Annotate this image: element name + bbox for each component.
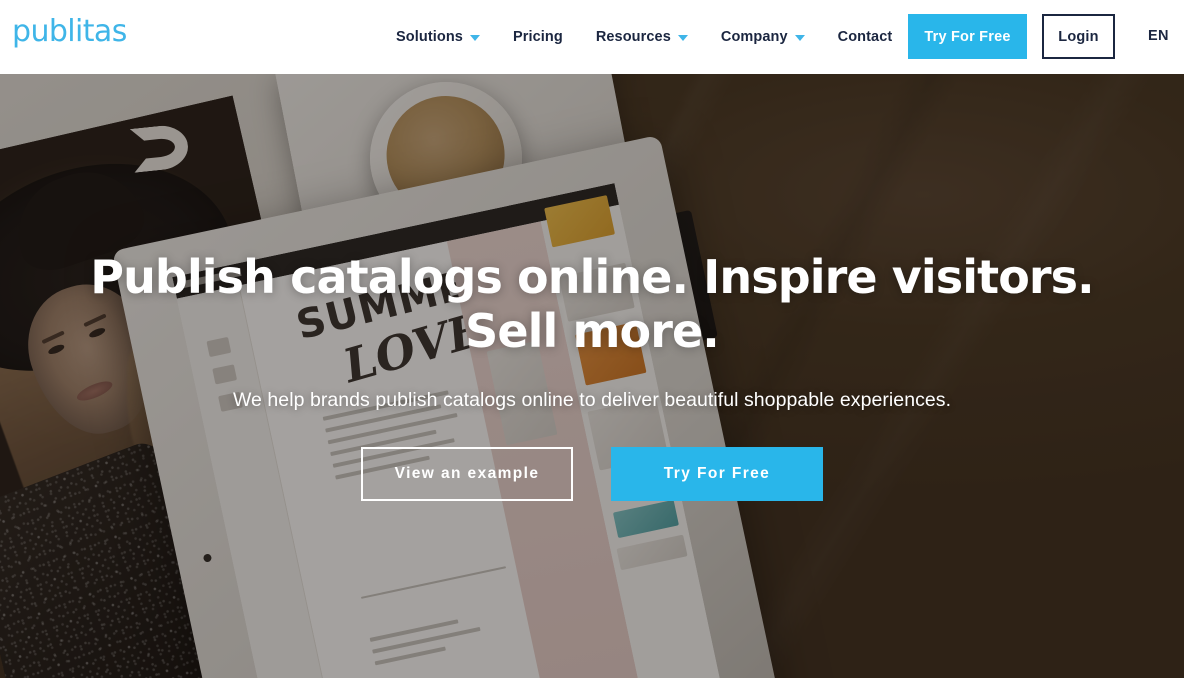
nav-item-solutions[interactable]: Solutions	[396, 29, 480, 45]
login-button[interactable]: Login	[1042, 14, 1115, 59]
hero-headline-line1: Publish catalogs online. Inspire visitor…	[90, 250, 1094, 304]
language-selector[interactable]: EN	[1148, 28, 1169, 44]
nav-item-solutions-label: Solutions	[396, 29, 463, 45]
header-try-for-free-button[interactable]: Try For Free	[908, 14, 1027, 59]
nav-item-pricing-label: Pricing	[512, 29, 563, 45]
hero-try-for-free-button[interactable]: Try For Free	[611, 447, 823, 501]
nav-item-company[interactable]: Company	[721, 29, 805, 45]
nav-item-contact-label: Contact	[837, 29, 893, 45]
publitas-homepage: publitas Solutions Pricing Resources Com…	[0, 0, 1184, 678]
hero-section: SUMMER LOVE Publish catalogs online. Ins…	[0, 74, 1184, 678]
hero-cta-group: View an example Try For Free	[361, 447, 823, 501]
chevron-down-icon	[469, 35, 480, 41]
nav-item-pricing[interactable]: Pricing	[513, 29, 563, 45]
hero-content: Publish catalogs online. Inspire visitor…	[0, 74, 1184, 678]
publitas-logo[interactable]: publitas	[12, 17, 127, 47]
nav-item-contact[interactable]: Contact	[838, 29, 893, 45]
hero-headline-line2: Sell more.	[465, 304, 720, 358]
nav-item-resources[interactable]: Resources	[596, 29, 688, 45]
nav-item-resources-label: Resources	[595, 29, 671, 45]
chevron-down-icon	[794, 35, 805, 41]
hero-headline: Publish catalogs online. Inspire visitor…	[62, 250, 1122, 358]
nav-item-company-label: Company	[720, 29, 788, 45]
view-an-example-button[interactable]: View an example	[361, 447, 573, 501]
main-navigation: Solutions Pricing Resources Company Cont…	[396, 0, 925, 74]
site-header: publitas Solutions Pricing Resources Com…	[0, 0, 1184, 74]
hero-subtitle: We help brands publish catalogs online t…	[232, 389, 952, 411]
chevron-down-icon	[677, 35, 688, 41]
